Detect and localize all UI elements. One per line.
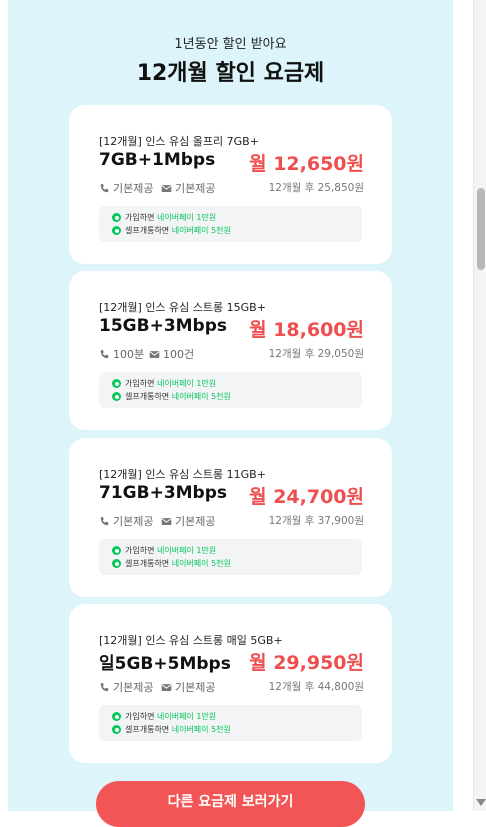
- plan-price: 월 12,650원: [249, 153, 364, 175]
- plan-card[interactable]: [12개월] 인스 유심 올프리 7GB+ 7GB+1Mbps 월 12,650…: [69, 105, 392, 264]
- plan-price: 월 24,700원: [249, 486, 364, 508]
- phone-icon: [99, 183, 110, 194]
- phone-icon: [99, 682, 110, 693]
- plan-messages-value: 기본제공: [175, 681, 216, 694]
- plan-after-price: 12개월 후 44,800원: [268, 681, 364, 693]
- plan-data-spec: 15GB+3Mbps: [99, 316, 228, 336]
- benefit-value: 네이버페이 1만원: [156, 213, 217, 222]
- plan-price: 월 29,950원: [249, 652, 364, 674]
- plan-messages-value: 기본제공: [175, 182, 216, 195]
- section-title: 12개월 할인 요금제: [136, 61, 325, 86]
- plan-after-price: 12개월 후 37,900원: [268, 515, 364, 527]
- plan-after-price: 12개월 후 25,850원: [268, 182, 364, 194]
- plan-messages: 100건: [149, 346, 194, 362]
- benefit-value: 네이버페이 1만원: [156, 712, 217, 721]
- plan-messages: 기본제공: [161, 180, 215, 196]
- benefit-value: 네이버페이 5천원: [171, 226, 231, 235]
- envelope-icon: [161, 516, 172, 527]
- other-plans-button[interactable]: 다른 요금제 보러가기: [96, 781, 365, 827]
- benefit-signup: 가입하면 네이버페이 1만원: [112, 212, 216, 223]
- benefit-self-activation: 셀프개통하면 네이버페이 5천원: [112, 225, 231, 236]
- benefit-value: 네이버페이 5천원: [171, 725, 231, 734]
- plan-data-spec: 71GB+3Mbps: [99, 483, 228, 503]
- benefit-signup: 가입하면 네이버페이 1만원: [112, 545, 216, 556]
- plan-calls: 기본제공: [99, 513, 153, 529]
- naverpay-icon: [112, 546, 121, 555]
- benefit-self-activation: 셀프개통하면 네이버페이 5천원: [112, 724, 231, 735]
- benefit-value: 네이버페이 5천원: [171, 392, 231, 401]
- benefit-text: 셀프개통하면: [125, 226, 172, 235]
- scroll-down-arrow-icon[interactable]: [476, 799, 486, 806]
- benefit-box: 가입하면 네이버페이 1만원 셀프개통하면 네이버페이 5천원: [99, 372, 362, 408]
- plan-calls: 100분: [99, 346, 144, 362]
- page-margin-right: [453, 0, 473, 811]
- benefit-text: 셀프개통하면: [125, 725, 172, 734]
- benefit-self-activation: 셀프개통하면 네이버페이 5천원: [112, 391, 231, 402]
- benefit-text: 가입하면: [125, 546, 157, 555]
- plan-card[interactable]: [12개월] 인스 유심 스트롱 매일 5GB+ 일5GB+5Mbps 월 29…: [69, 604, 392, 763]
- naverpay-icon: [112, 226, 121, 235]
- benefit-text: 가입하면: [125, 379, 157, 388]
- benefit-box: 가입하면 네이버페이 1만원 셀프개통하면 네이버페이 5천원: [99, 705, 362, 741]
- naverpay-icon: [112, 559, 121, 568]
- benefit-text: 가입하면: [125, 213, 157, 222]
- plan-calls-value: 100분: [113, 348, 145, 361]
- plan-card[interactable]: [12개월] 인스 유심 스트롱 11GB+ 71GB+3Mbps 월 24,7…: [69, 438, 392, 597]
- page-margin-left: [0, 0, 8, 811]
- phone-icon: [99, 349, 110, 360]
- plan-calls-value: 기본제공: [113, 182, 154, 195]
- plan-messages: 기본제공: [161, 679, 215, 695]
- vertical-scrollbar[interactable]: [473, 0, 486, 811]
- benefit-self-activation: 셀프개통하면 네이버페이 5천원: [112, 558, 231, 569]
- plan-after-price: 12개월 후 29,050원: [268, 348, 364, 360]
- benefit-signup: 가입하면 네이버페이 1만원: [112, 711, 216, 722]
- benefit-value: 네이버페이 1만원: [156, 546, 217, 555]
- envelope-icon: [161, 183, 172, 194]
- benefit-value: 네이버페이 5천원: [171, 559, 231, 568]
- plan-messages-value: 100건: [163, 348, 195, 361]
- plan-calls-value: 기본제공: [113, 681, 154, 694]
- plan-messages-value: 기본제공: [175, 515, 216, 528]
- plan-name: [12개월] 인스 유심 스트롱 15GB+: [99, 301, 266, 314]
- plan-name: [12개월] 인스 유심 스트롱 매일 5GB+: [99, 634, 283, 647]
- plan-data-spec: 일5GB+5Mbps: [99, 654, 231, 674]
- envelope-icon: [149, 349, 160, 360]
- plan-calls-value: 기본제공: [113, 515, 154, 528]
- naverpay-icon: [112, 392, 121, 401]
- naverpay-icon: [112, 379, 121, 388]
- plan-name: [12개월] 인스 유심 올프리 7GB+: [99, 135, 259, 148]
- benefit-text: 가입하면: [125, 712, 157, 721]
- plan-data-spec: 7GB+1Mbps: [99, 150, 216, 170]
- envelope-icon: [161, 682, 172, 693]
- phone-icon: [99, 516, 110, 527]
- scrollbar-thumb[interactable]: [477, 188, 485, 270]
- plan-calls: 기본제공: [99, 679, 153, 695]
- plan-messages: 기본제공: [161, 513, 215, 529]
- benefit-text: 셀프개통하면: [125, 392, 172, 401]
- naverpay-icon: [112, 712, 121, 721]
- plan-price: 월 18,600원: [249, 319, 364, 341]
- naverpay-icon: [112, 725, 121, 734]
- plan-calls: 기본제공: [99, 180, 153, 196]
- benefit-text: 셀프개통하면: [125, 559, 172, 568]
- benefit-box: 가입하면 네이버페이 1만원 셀프개통하면 네이버페이 5천원: [99, 206, 362, 242]
- benefit-value: 네이버페이 1만원: [156, 379, 217, 388]
- section-subtitle: 1년동안 할인 받아요: [174, 37, 287, 52]
- benefit-box: 가입하면 네이버페이 1만원 셀프개통하면 네이버페이 5천원: [99, 539, 362, 575]
- benefit-signup: 가입하면 네이버페이 1만원: [112, 378, 216, 389]
- naverpay-icon: [112, 213, 121, 222]
- plan-name: [12개월] 인스 유심 스트롱 11GB+: [99, 468, 266, 481]
- plan-card[interactable]: [12개월] 인스 유심 스트롱 15GB+ 15GB+3Mbps 월 18,6…: [69, 271, 392, 430]
